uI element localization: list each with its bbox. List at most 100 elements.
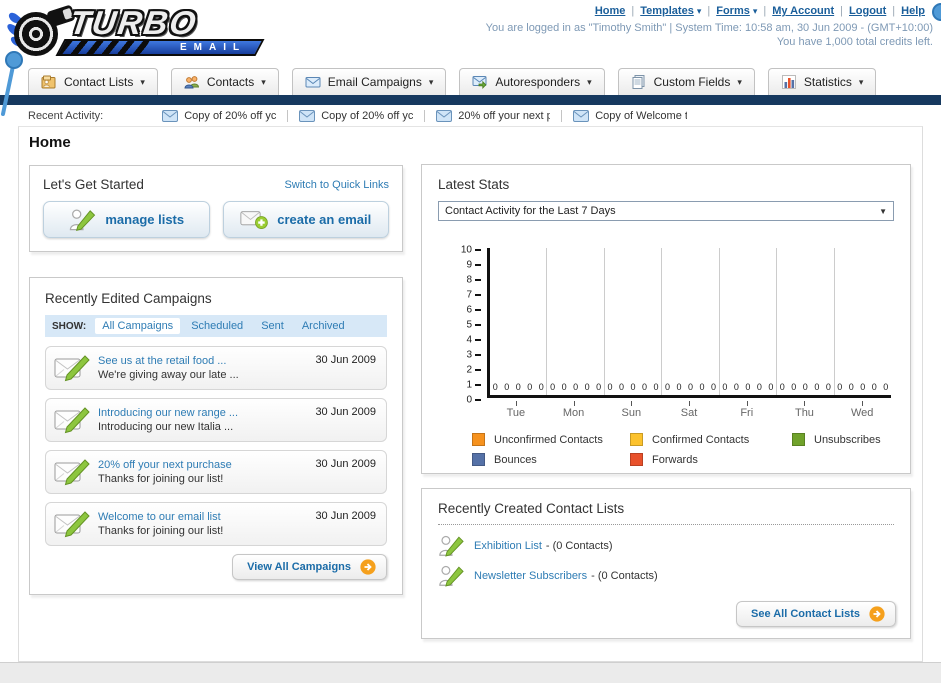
y-axis-tick [475, 398, 481, 401]
nav-link-home[interactable]: Home [595, 5, 626, 17]
chevron-down-icon: ▾ [140, 76, 145, 87]
person-pencil-icon [68, 207, 96, 233]
campaign-title-link[interactable]: 20% off your next purchase [98, 459, 307, 471]
filter-sent[interactable]: Sent [254, 318, 291, 334]
content-area: Home Let's Get Started Switch to Quick L… [18, 126, 923, 662]
stats-report-select[interactable]: Contact Activity for the Last 7 Days ▼ [438, 201, 894, 221]
campaign-title-link[interactable]: See us at the retail food ... [98, 355, 307, 367]
y-axis-tick-label: 9 [466, 259, 472, 270]
envelope-icon [299, 109, 316, 122]
campaign-subtitle: Thanks for joining our list! [98, 525, 224, 537]
x-axis-tick-label: Tue [487, 401, 545, 419]
arrow-circle-icon [360, 559, 376, 575]
bar-value-labels: 0 0 0 0 0 [607, 382, 659, 392]
nav-link-forms[interactable]: Forms [716, 5, 750, 17]
main-nav-tabs: Contact Lists ▾ Contacts ▾ Email Campaigns ▾ A… [28, 68, 877, 95]
recent-activity-item[interactable]: Copy of Welcome tc [562, 109, 698, 122]
filter-archived[interactable]: Archived [295, 318, 352, 334]
tab-statistics[interactable]: Statistics ▾ [767, 68, 877, 95]
app-logo: TURBO EMAIL [5, 4, 270, 60]
recent-activity-label: Recent Activity: [28, 109, 104, 122]
y-axis-tick [475, 263, 481, 266]
logo-text-turbo: TURBO [67, 4, 200, 41]
manage-lists-button[interactable]: manage lists [43, 201, 210, 238]
legend-item: Confirmed Contacts [630, 433, 792, 446]
nav-underline-bar [0, 95, 941, 105]
filter-all-campaigns[interactable]: All Campaigns [95, 318, 181, 334]
recent-activity-item[interactable]: Copy of 20% off yc [288, 109, 426, 122]
contact-list-item[interactable]: Newsletter Subscribers - (0 Contacts) [438, 561, 894, 591]
campaign-subtitle: Thanks for joining our list! [98, 473, 224, 485]
y-axis-tick-label: 0 [466, 394, 472, 405]
person-pencil-icon [438, 533, 464, 559]
campaign-title-link[interactable]: Introducing our new range ... [98, 407, 307, 419]
campaign-title-link[interactable]: Welcome to our email list [98, 511, 307, 523]
chart-group-thu: 0 0 0 0 0 [777, 248, 835, 395]
tab-contacts[interactable]: Contacts ▾ [170, 68, 279, 95]
x-axis-tick-label: Fri [718, 401, 776, 419]
recent-activity-item[interactable]: Copy of 20% off yc [151, 109, 289, 122]
chevron-down-icon: ▾ [261, 76, 266, 87]
envelope-pencil-icon [54, 353, 90, 383]
chart-group-sat: 0 0 0 0 0 [662, 248, 720, 395]
contact-activity-chart: 0 1 2 3 4 5 6 7 8 9 10 0 0 0 0 0 0 0 0 0 0 0 0 0 0 0… [438, 244, 894, 420]
show-label: SHOW: [52, 320, 87, 332]
campaign-subtitle: We're giving away our late ... [98, 369, 239, 381]
person-pencil-icon [438, 563, 464, 589]
bar-value-labels: 0 0 0 0 0 [492, 382, 544, 392]
campaign-date: 30 Jun 2009 [315, 458, 376, 470]
campaign-date: 30 Jun 2009 [315, 354, 376, 366]
nav-link-help[interactable]: Help [901, 5, 925, 17]
legend-swatch [630, 433, 643, 446]
campaign-row[interactable]: 20% off your next purchase Thanks for joi… [45, 450, 387, 494]
contact-list-link[interactable]: Newsletter Subscribers [474, 570, 587, 582]
campaign-subtitle: Introducing our new Italia ... [98, 421, 234, 433]
chevron-down-icon: ▾ [737, 76, 742, 87]
tab-autoresponders[interactable]: Autoresponders ▾ [459, 68, 605, 95]
x-axis-tick-label: Sat [660, 401, 718, 419]
envelope-pencil-icon [54, 509, 90, 539]
create-email-button[interactable]: create an email [222, 201, 389, 238]
view-all-campaigns-button[interactable]: View All Campaigns [232, 554, 387, 580]
tab-custom-fields[interactable]: Custom Fields ▾ [617, 68, 755, 95]
contact-lists-icon [41, 74, 57, 90]
recent-campaigns-title: Recently Edited Campaigns [45, 291, 212, 306]
contact-list-link[interactable]: Exhibition List [474, 540, 542, 552]
session-text: You are logged in as "Timothy Smith" | S… [485, 22, 933, 34]
top-nav: Home | Templates ▾ | Forms ▾ | My Account | Logout… [594, 5, 925, 17]
bar-value-labels: 0 0 0 0 0 [779, 382, 831, 392]
switch-quick-links-link[interactable]: Switch to Quick Links [284, 179, 389, 191]
campaign-row[interactable]: See us at the retail food ... We're givin… [45, 346, 387, 390]
nav-link-templates[interactable]: Templates [640, 5, 694, 17]
campaign-row[interactable]: Introducing our new range ... Introducing… [45, 398, 387, 442]
legend-swatch [630, 453, 643, 466]
chevron-down-icon: ▾ [587, 76, 592, 87]
recent-campaigns-panel: Recently Edited Campaigns SHOW: All Camp… [29, 277, 403, 595]
tab-contact-lists[interactable]: Contact Lists ▾ [28, 68, 158, 95]
y-axis-tick-label: 2 [466, 364, 472, 375]
y-axis-tick-label: 10 [460, 244, 472, 255]
chevron-down-icon: ▾ [428, 76, 434, 87]
recent-activity-item[interactable]: 20% off your next p [425, 109, 563, 122]
y-axis-tick [475, 308, 481, 311]
legend-swatch [472, 453, 485, 466]
see-all-contact-lists-button[interactable]: See All Contact Lists [735, 601, 896, 627]
y-axis-tick [475, 278, 481, 281]
nav-link-my-account[interactable]: My Account [772, 5, 834, 17]
annotation-pin-icon [1, 51, 23, 116]
nav-link-logout[interactable]: Logout [849, 5, 886, 17]
campaign-row[interactable]: Welcome to our email list Thanks for join… [45, 502, 387, 546]
contact-list-item[interactable]: Exhibition List - (0 Contacts) [438, 531, 894, 561]
recent-contact-lists-title: Recently Created Contact Lists [438, 501, 625, 516]
logo-email-bar: EMAIL [55, 39, 265, 56]
legend-item: Bounces [472, 453, 630, 466]
email-campaigns-icon [305, 74, 321, 90]
envelope-icon [162, 109, 179, 122]
filter-scheduled[interactable]: Scheduled [184, 318, 250, 334]
latest-stats-panel: Latest Stats Contact Activity for the La… [421, 164, 911, 474]
y-axis-tick [475, 383, 481, 386]
tab-email-campaigns[interactable]: Email Campaigns ▾ [291, 68, 447, 95]
get-started-panel: Let's Get Started Switch to Quick Links … [29, 165, 403, 252]
chart-legend: Unconfirmed Contacts Confirmed Contacts Un… [472, 433, 894, 466]
recent-activity-bar: Recent Activity: Copy of 20% off yc Copy … [28, 105, 919, 126]
